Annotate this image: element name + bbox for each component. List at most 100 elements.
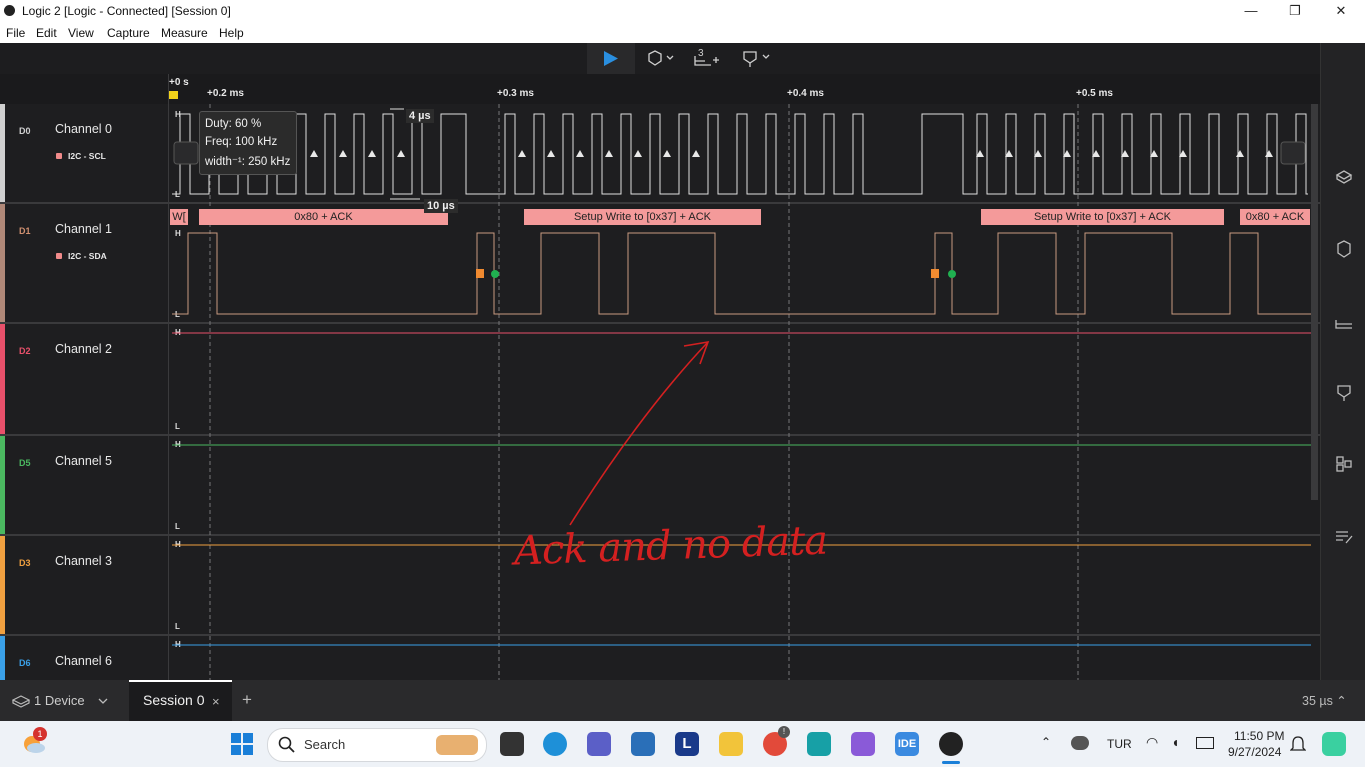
menu-capture[interactable]: Capture (107, 26, 150, 40)
measurement-tooltip: Duty: 60 % Freq: 100 kHz width⁻¹: 250 kH… (199, 111, 297, 175)
title-bar: Logic 2 [Logic - Connected] [Session 0] … (0, 0, 1365, 22)
i2c-start-marker (476, 269, 484, 278)
close-tab-button[interactable]: × (212, 694, 220, 709)
sda-waveform (172, 232, 1311, 315)
windows-taskbar: 1 Search L ! IDE ⌃ TUR ◠ ◖ 11:50 PM 9/27… (0, 721, 1365, 767)
l-app-icon[interactable]: L (675, 732, 699, 756)
pulse-width-label: 4 µs (406, 109, 434, 123)
language-indicator[interactable]: TUR (1107, 737, 1132, 751)
decode-bubble[interactable]: W[ (170, 209, 188, 225)
search-icon (278, 736, 295, 753)
weather-icon[interactable]: 1 (20, 727, 47, 755)
menu-bar: File Edit View Capture Measure Help (0, 22, 1365, 43)
sda-trace (172, 232, 1311, 315)
arduino-icon[interactable] (807, 732, 831, 756)
i2c-start-marker (931, 269, 939, 278)
close-button[interactable]: ✕ (1326, 2, 1356, 20)
notes-icon[interactable] (1334, 527, 1354, 547)
timespan-readout[interactable]: 35 µs ⌃ (1302, 693, 1347, 708)
file-explorer-icon[interactable] (719, 732, 743, 756)
copilot-icon[interactable] (1322, 732, 1346, 756)
start-capture-button[interactable] (587, 43, 635, 74)
clock-edge-arrow (605, 150, 613, 157)
clock-edge-arrow (368, 150, 376, 157)
notification-bell-icon[interactable] (1290, 735, 1306, 753)
i2c-stop-marker (948, 270, 956, 278)
clock-time[interactable]: 11:50 PM (1234, 729, 1284, 743)
tray-overflow-icon[interactable]: ⌃ (1041, 735, 1051, 749)
zoom-signal-button[interactable] (1280, 141, 1306, 165)
measure-icon[interactable] (741, 50, 773, 71)
menu-edit[interactable]: Edit (36, 26, 57, 40)
logic2-icon[interactable] (939, 732, 963, 756)
teams-icon[interactable] (587, 732, 611, 756)
chrome-badge: ! (778, 726, 790, 738)
chevron-down-icon (98, 698, 108, 704)
clock-edge-arrow (310, 150, 318, 157)
menu-view[interactable]: View (68, 26, 94, 40)
period-label: 10 µs (424, 199, 458, 213)
clock-edge-arrow (547, 150, 555, 157)
timing-marker-button[interactable]: 3 (692, 48, 722, 71)
device-icon (12, 695, 30, 708)
annotation-arrow (569, 341, 709, 526)
frequency-value: Freq: 100 kHz (205, 136, 278, 148)
audio-app-icon[interactable] (851, 732, 875, 756)
waveform-canvas[interactable] (0, 74, 1320, 680)
volume-icon[interactable]: ◖ (1171, 734, 1179, 750)
scl-waveform (172, 113, 1308, 195)
clock-edge-arrow (692, 150, 700, 157)
ide-icon[interactable]: IDE (895, 732, 919, 756)
tray-cloud-icon[interactable] (1071, 736, 1089, 750)
clock-edge-arrow (1265, 150, 1273, 157)
tab-session-0[interactable]: Session 0 × (129, 680, 232, 723)
decode-bubble[interactable]: 0x80 + ACK (199, 209, 448, 225)
clock-edge-arrow (576, 150, 584, 157)
battery-icon[interactable] (1196, 737, 1214, 749)
i2c-stop-marker (491, 270, 499, 278)
restore-button[interactable]: ❐ (1280, 2, 1310, 20)
decode-bubble[interactable]: Setup Write to [0x37] + ACK (524, 209, 761, 225)
clock-edge-arrow (518, 150, 526, 157)
clock-edge-arrow (634, 150, 642, 157)
duty-value: Duty: 60 % (205, 118, 262, 130)
windows-start-icon[interactable] (230, 732, 254, 756)
wifi-icon[interactable]: ◠ (1146, 734, 1158, 751)
clock-edge-arrow (397, 150, 405, 157)
play-icon (604, 51, 618, 66)
decode-bubble[interactable]: 0x80 + ACK (1240, 209, 1310, 225)
timing-marker-icon (694, 56, 719, 66)
measurements-icon[interactable] (1334, 383, 1354, 403)
clock-edge-arrow (1236, 150, 1244, 157)
window-title: Logic 2 [Logic - Connected] [Session 0] (22, 4, 231, 18)
task-view-icon[interactable] (500, 732, 524, 756)
menu-measure[interactable]: Measure (161, 26, 208, 40)
chrome-icon[interactable]: ! (763, 726, 790, 756)
notification-badge: 1 (33, 727, 47, 741)
menu-file[interactable]: File (6, 26, 25, 40)
width-value: width⁻¹: 250 kHz (205, 156, 291, 168)
vertical-scrollbar[interactable] (1311, 104, 1318, 500)
search-highlight-icon (436, 735, 478, 755)
trigger-icon[interactable] (646, 50, 676, 69)
extensions-icon[interactable] (1334, 454, 1354, 474)
timing-markers-icon[interactable] (1334, 311, 1354, 331)
session-bar: 1 Device Session 0 × + 35 µs ⌃ (0, 680, 1365, 723)
clock-date[interactable]: 9/27/2024 (1228, 745, 1281, 759)
clock-edge-arrow (663, 150, 671, 157)
edge-icon[interactable] (543, 732, 567, 756)
minimize-button[interactable]: — (1236, 2, 1266, 20)
store-icon[interactable] (631, 732, 655, 756)
capture-toolbar: 3 (0, 43, 1320, 75)
zoom-signal-button[interactable] (173, 141, 199, 165)
add-session-button[interactable]: + (242, 690, 252, 710)
analyzers-icon[interactable] (1334, 239, 1354, 259)
app-icon (4, 5, 15, 16)
clock-edge-arrow (339, 150, 347, 157)
right-sidebar (1320, 43, 1365, 680)
active-app-indicator (942, 761, 960, 764)
menu-help[interactable]: Help (219, 26, 244, 40)
device-icon[interactable] (1334, 167, 1354, 187)
search-box[interactable]: Search (267, 728, 487, 762)
decode-bubble[interactable]: Setup Write to [0x37] + ACK (981, 209, 1224, 225)
